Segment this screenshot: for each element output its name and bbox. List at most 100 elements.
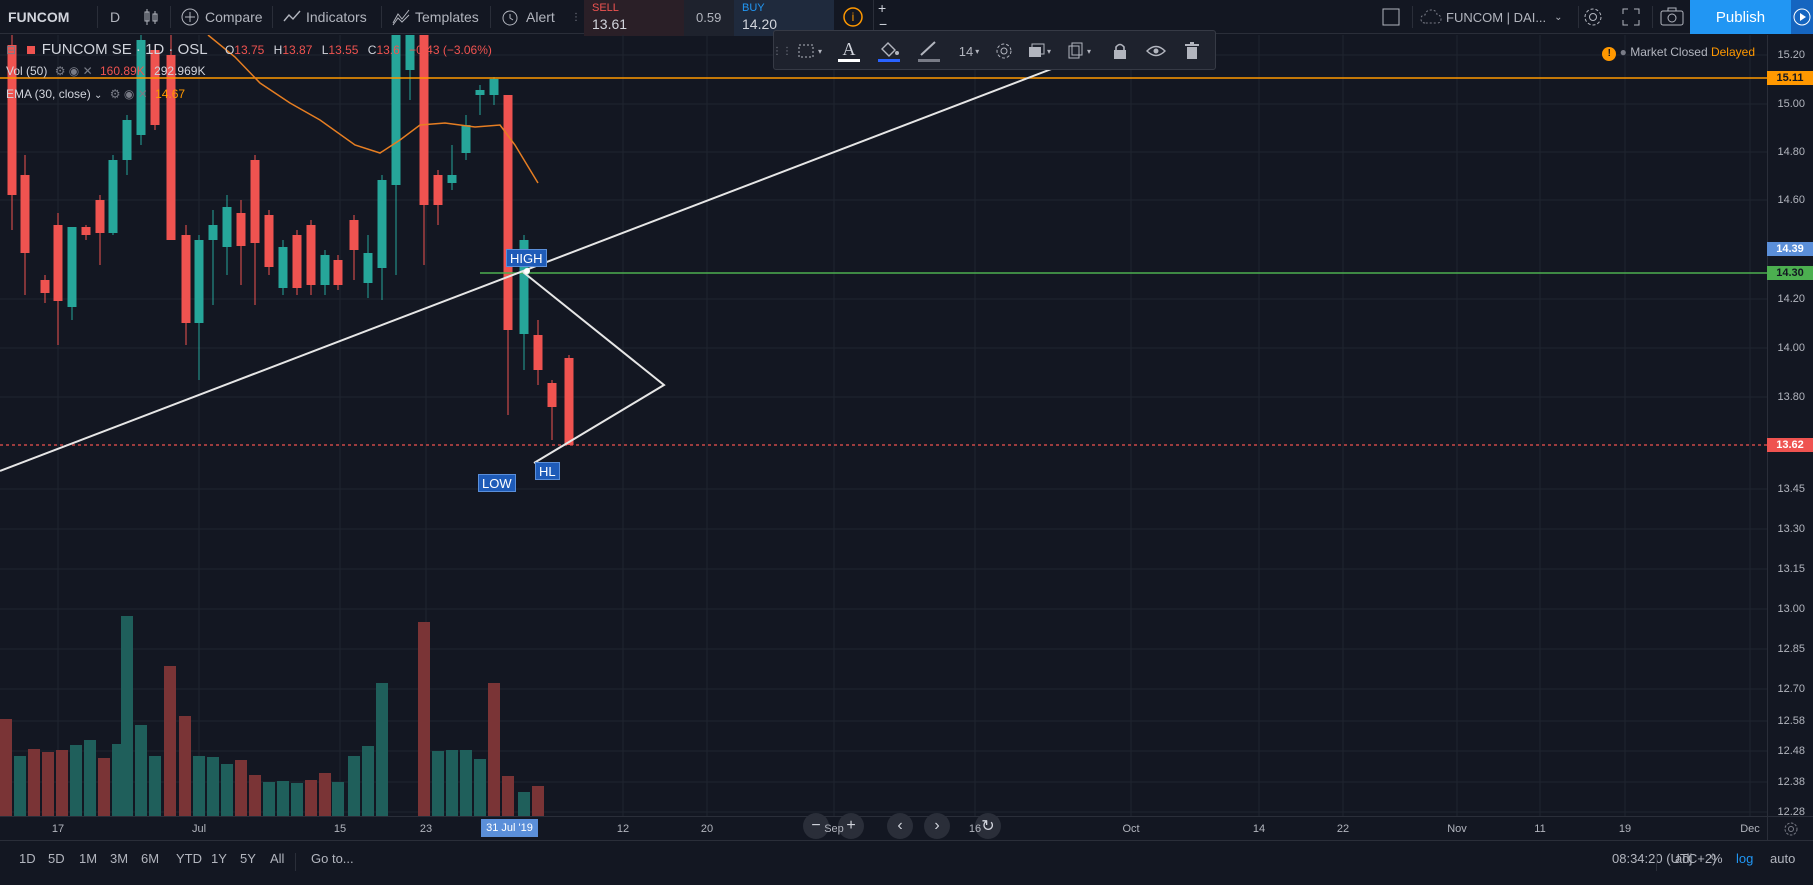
volume-bar [532,786,544,816]
templates-button[interactable]: Templates [391,0,479,34]
fullscreen-square-icon[interactable] [1382,0,1400,34]
volume-bar [446,750,458,816]
range-button-1d[interactable]: 1D [19,851,36,866]
templates-icon [392,9,410,26]
open-label: O [224,43,235,57]
percent-toggle[interactable]: % [1711,851,1723,866]
interval-button[interactable]: D [110,0,120,34]
series-title[interactable]: FUNCOM SE · 1D · OSL [42,41,208,58]
low-value: 13.55 [328,43,359,57]
time-tick-label: Dec [1740,823,1760,835]
warning-icon: ! [1602,47,1617,61]
spread-value: 0.59 [696,10,722,25]
annotation-low[interactable]: LOW [478,474,516,492]
price-tick-label: 14.60 [1777,194,1805,206]
plus-icon[interactable]: + [878,0,886,16]
range-button-5y[interactable]: 5Y [240,851,256,866]
volume-legend[interactable]: Vol (50) ⚙ ◉ ✕ 160.89K 292.969K [6,64,205,78]
candles-icon[interactable] [142,0,160,34]
menu-icon[interactable]: ⊟ [6,43,16,57]
volume-bar [277,781,289,816]
price-tick-label: 12.48 [1777,745,1805,757]
range-button-5d[interactable]: 5D [48,851,65,866]
line-color-icon[interactable] [914,39,944,63]
volume-bar [235,760,247,816]
range-button-1m[interactable]: 1M [79,851,97,866]
alert-button[interactable]: Alert [500,0,555,34]
goto-button[interactable]: Go to... [311,851,354,866]
log-toggle[interactable]: log [1736,851,1753,866]
price-tag-orange: 15.11 [1767,71,1813,85]
pattern-drawing[interactable] [522,271,666,464]
market-status[interactable]: ! ● Market Closed Delayed [1602,45,1755,61]
lock-icon[interactable] [1108,39,1132,63]
candle-body [292,235,302,288]
candle-body [433,175,443,205]
range-button-all[interactable]: All [270,851,284,866]
time-axis[interactable]: 31 Jul '19 17 Jul 15 23 12 20 Sep 16 Oct 14 22 Nov 1… [0,816,1767,840]
chart-canvas[interactable] [0,35,1767,816]
volume-bar [502,776,514,816]
price-axis[interactable]: 15.20 15.00 14.80 14.60 14.20 14.00 13.80 13.45… [1767,35,1813,818]
auto-toggle[interactable]: auto [1770,851,1795,866]
legend-action-icons[interactable]: ⚙ ◉ ✕ [55,64,93,78]
range-button-3m[interactable]: 3M [110,851,128,866]
volume-bar [121,616,133,816]
eye-icon[interactable] [1144,39,1168,63]
layout-selector[interactable]: FUNCOM | DAI... ⌄ [1420,0,1563,34]
separator [295,853,296,871]
market-closed-label: Market Closed [1630,45,1708,59]
anchor-point[interactable] [524,268,530,274]
fill-color-icon[interactable] [874,39,904,63]
candle-body [547,383,557,407]
range-button-ytd[interactable]: YTD [176,851,202,866]
annotation-high[interactable]: HIGH [506,249,547,267]
volume-bar [0,719,12,816]
axis-settings-icon[interactable] [1767,816,1813,840]
candle-body [250,160,260,243]
clone-icon[interactable]: ▾ [1064,39,1094,63]
gear-icon[interactable] [1582,0,1604,34]
trade-qty-stepper[interactable]: + − [873,0,891,34]
alarm-clock-icon [502,10,518,26]
trash-icon[interactable] [1180,39,1204,63]
visual-order-icon[interactable]: ▾ [1024,39,1054,63]
time-tick-label: Jul [191,823,207,835]
price-tick-label: 13.30 [1777,523,1805,535]
info-icon[interactable]: i [842,0,864,34]
annotation-hl[interactable]: HL [535,462,560,480]
volume-bar [179,716,191,816]
select-area-icon[interactable]: ▾ [794,39,826,63]
font-size-select[interactable]: 14 ▾ [952,39,986,63]
text-color-icon[interactable]: A [834,39,864,63]
ema-legend[interactable]: EMA (30, close) ⌄ ⚙ ◉ ✕ 14.67 [6,87,185,101]
camera-icon[interactable] [1660,0,1684,34]
expand-icon[interactable] [1621,0,1641,34]
indicators-label: Indicators [306,9,367,25]
volume-bar [362,746,374,816]
layout-name: FUNCOM | DAI... [1446,9,1547,25]
legend-action-icons[interactable]: ⚙ ◉ ✕ [110,87,148,101]
range-button-6m[interactable]: 6M [141,851,159,866]
chevron-down-icon[interactable]: ⌄ [94,90,102,101]
drag-handle-icon[interactable]: ⋮⋮ [772,39,792,63]
clock-display[interactable]: 08:34:20 (UTC+2) [1612,851,1716,866]
range-button-1y[interactable]: 1Y [211,851,227,866]
chart-pane[interactable]: ⊟ FUNCOM SE · 1D · OSL O13.75 H13.87 L13… [0,35,1767,839]
volume-bar [460,750,472,816]
candle-body [181,235,191,323]
play-icon[interactable] [1791,0,1813,34]
candle-body [320,255,330,285]
templates-label: Templates [415,9,479,25]
compare-button[interactable]: Compare [180,0,263,34]
symbol-search[interactable]: FUNCOM [8,0,69,34]
price-tick-label: 13.00 [1777,603,1805,615]
adjust-toggle[interactable]: adj [1675,851,1692,866]
sell-button[interactable]: SELL 13.61 [584,0,684,36]
gear-icon[interactable] [992,39,1016,63]
indicators-button[interactable]: Indicators [282,0,367,34]
symbol-flag-icon [27,46,36,54]
publish-button[interactable]: Publish [1690,0,1791,34]
volume-bar [348,756,360,816]
candle-body [363,253,373,283]
